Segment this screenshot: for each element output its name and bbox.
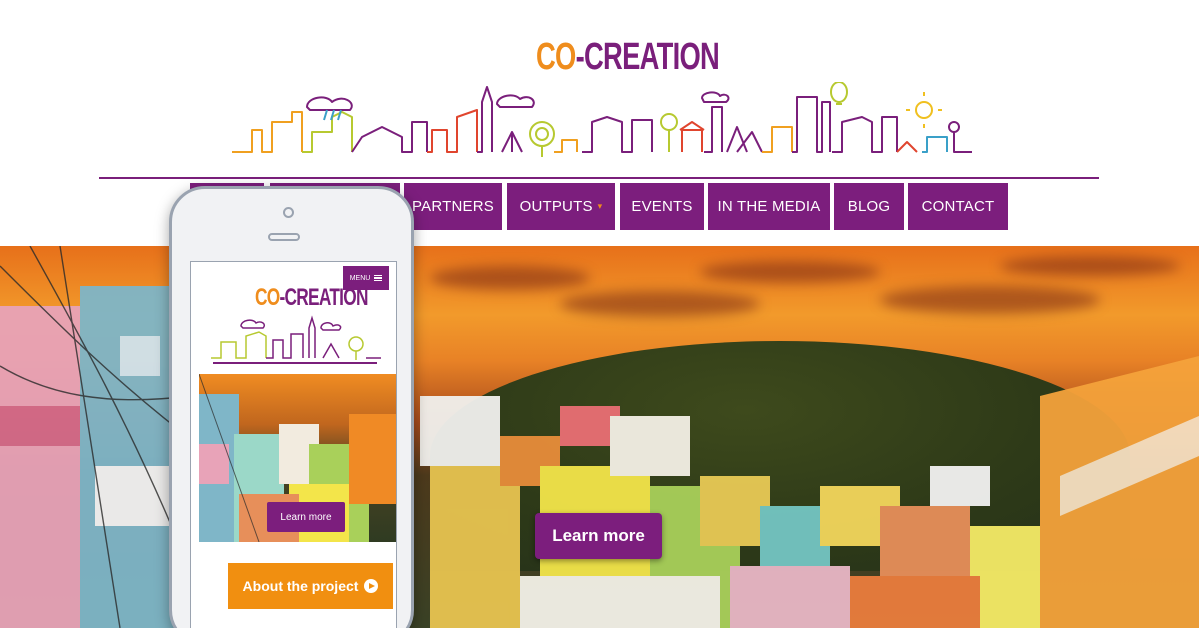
hamburger-icon <box>374 275 383 281</box>
mobile-logo-co: CO <box>255 284 280 311</box>
skyline-illustration <box>232 82 972 157</box>
mobile-logo-creation: CREATION <box>284 284 369 311</box>
logo-co: CO <box>536 36 576 78</box>
mobile-learn-more-label: Learn more <box>280 511 332 523</box>
nav-label: BLOG <box>847 198 891 215</box>
phone-mockup: MENU CO-CREATION Learn more <box>169 186 414 628</box>
nav-item-contact[interactable]: CONTACT <box>908 183 1008 230</box>
play-circle-icon <box>364 579 379 593</box>
mobile-header-divider <box>213 362 377 364</box>
nav-item-outputs[interactable]: OUTPUTS ▾ <box>507 183 615 230</box>
mobile-logo[interactable]: CO-CREATION <box>255 284 368 312</box>
nav-label: EVENTS <box>631 198 693 215</box>
site-logo[interactable]: CO-CREATION <box>536 36 720 79</box>
header-divider <box>99 177 1099 179</box>
phone-speaker-icon <box>268 233 300 241</box>
nav-label: CONTACT <box>921 198 995 215</box>
page: CO-CREATION PARTNERS OUTPUTS ▾ EVENTS IN… <box>0 0 1199 628</box>
nav-label: PARTNERS <box>412 198 494 215</box>
mobile-skyline-illustration <box>211 315 381 360</box>
nav-item-partners[interactable]: PARTNERS <box>404 183 502 230</box>
learn-more-label: Learn more <box>552 526 645 545</box>
nav-label: IN THE MEDIA <box>717 198 821 215</box>
dropdown-caret-icon: ▾ <box>597 201 603 211</box>
learn-more-button[interactable]: Learn more <box>535 513 662 559</box>
nav-item-events[interactable]: EVENTS <box>620 183 704 230</box>
phone-camera-icon <box>283 207 294 218</box>
mobile-learn-more-button[interactable]: Learn more <box>267 502 345 532</box>
logo-creation: CREATION <box>583 36 720 78</box>
about-the-project-label: About the project <box>242 578 359 594</box>
nav-label: OUTPUTS <box>519 198 593 215</box>
about-the-project-button[interactable]: About the project <box>228 563 393 609</box>
mobile-menu-label: MENU <box>349 274 371 282</box>
logo-dash: - <box>575 36 585 78</box>
nav-item-blog[interactable]: BLOG <box>834 183 904 230</box>
nav-item-in-the-media[interactable]: IN THE MEDIA <box>708 183 830 230</box>
